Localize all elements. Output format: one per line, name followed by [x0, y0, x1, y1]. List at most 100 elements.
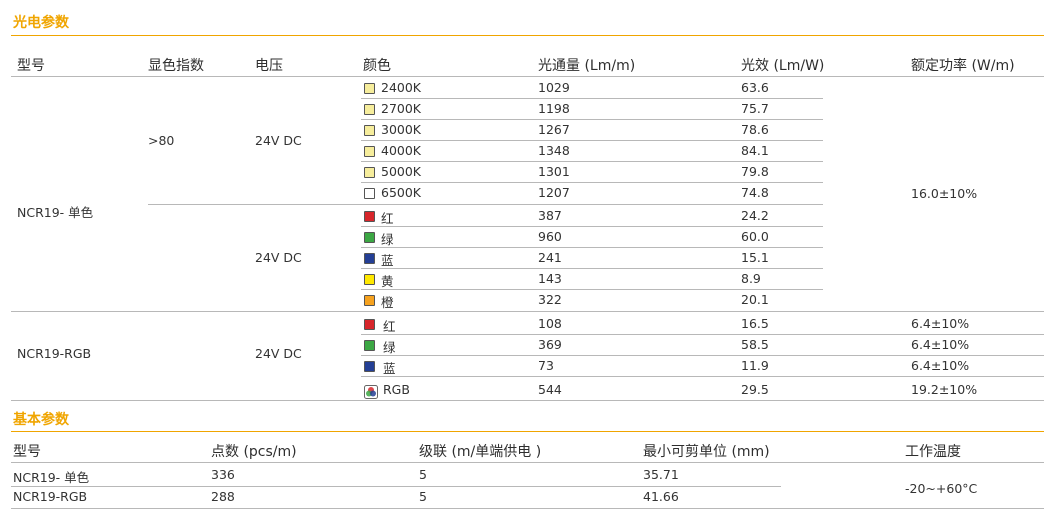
model-mono: NCR19- 单色 — [17, 205, 94, 220]
flux-value: 960 — [538, 229, 562, 244]
efficacy-value: 29.5 — [741, 382, 769, 397]
basic-row-model: NCR19-RGB — [13, 489, 88, 504]
efficacy-value: 20.1 — [741, 292, 769, 307]
color-swatch-icon — [364, 125, 375, 136]
efficacy-value: 15.1 — [741, 250, 769, 265]
flux-value: 241 — [538, 250, 562, 265]
header-voltage: 电压 — [255, 58, 283, 74]
header-power: 额定功率 (W/m) — [911, 58, 1015, 74]
color-swatch-icon — [364, 167, 375, 178]
color-swatch-icon — [364, 188, 375, 199]
efficacy-value: 24.2 — [741, 208, 769, 223]
color-swatch-icon — [364, 83, 375, 94]
color-swatch-icon — [364, 104, 375, 115]
color-swatch-icon — [364, 361, 375, 372]
efficacy-value: 78.6 — [741, 122, 769, 137]
basic-header-divider — [11, 462, 1044, 463]
flux-value: 322 — [538, 292, 562, 307]
color-name: 绿 — [381, 232, 394, 247]
basic-header-min-cut: 最小可剪单位 (mm) — [643, 444, 770, 460]
color-swatch-icon — [364, 146, 375, 157]
basic-row-cascade: 5 — [419, 489, 427, 504]
flux-value: 1348 — [538, 143, 570, 158]
basic-table-bottom — [11, 508, 1044, 509]
header-flux: 光通量 (Lm/m) — [538, 58, 636, 74]
basic-header-points: 点数 (pcs/m) — [211, 444, 297, 460]
color-swatch-icon — [364, 211, 375, 222]
row-divider — [361, 355, 1044, 356]
color-swatch-icon — [364, 253, 375, 264]
flux-value: 1301 — [538, 164, 570, 179]
efficacy-value: 79.8 — [741, 164, 769, 179]
color-name: 6500K — [381, 185, 422, 200]
efficacy-value: 60.0 — [741, 229, 769, 244]
voltage-color: 24V DC — [255, 250, 302, 265]
section-divider-optical — [11, 35, 1044, 36]
row-divider — [361, 289, 823, 290]
power-value: 6.4±10% — [911, 337, 970, 352]
optical-table-bottom — [11, 400, 1044, 401]
basic-row-min-cut: 41.66 — [643, 489, 679, 504]
header-cri: 显色指数 — [148, 58, 204, 74]
flux-value: 544 — [538, 382, 562, 397]
color-name: 绿 — [383, 340, 396, 355]
model-rgb: NCR19-RGB — [17, 346, 92, 361]
basic-header-temperature: 工作温度 — [905, 444, 961, 460]
flux-value: 369 — [538, 337, 562, 352]
row-divider — [361, 182, 823, 183]
flux-value: 108 — [538, 316, 562, 331]
color-name: 橙 — [381, 295, 394, 310]
color-name: 蓝 — [381, 253, 394, 268]
basic-row-model: NCR19- 单色 — [13, 470, 90, 485]
row-divider — [361, 334, 1044, 335]
header-color: 颜色 — [363, 58, 391, 74]
row-divider — [361, 226, 823, 227]
basic-temperature: -20~+60°C — [905, 481, 978, 496]
basic-row-points: 336 — [211, 467, 235, 482]
color-swatch-icon — [364, 319, 375, 330]
power-value: 19.2±10% — [911, 382, 978, 397]
color-swatch-icon — [364, 232, 375, 243]
basic-row-divider — [11, 486, 781, 487]
color-name: 2400K — [381, 80, 422, 95]
flux-value: 143 — [538, 271, 562, 286]
header-divider — [11, 76, 1044, 77]
color-name: 2700K — [381, 101, 422, 116]
row-divider — [361, 268, 823, 269]
efficacy-value: 16.5 — [741, 316, 769, 331]
color-swatch-icon — [364, 274, 375, 285]
flux-value: 387 — [538, 208, 562, 223]
basic-header-cascade: 级联 (m/单端供电 ) — [419, 444, 542, 460]
row-divider — [361, 161, 823, 162]
basic-row-cascade: 5 — [419, 467, 427, 482]
header-efficacy: 光效 (Lm/W) — [741, 58, 825, 74]
color-name: 红 — [383, 319, 396, 334]
color-name: RGB — [383, 382, 410, 397]
section-title-basic: 基本参数 — [13, 412, 69, 428]
efficacy-value: 11.9 — [741, 358, 769, 373]
voltage-rgb: 24V DC — [255, 346, 302, 361]
power-mono: 16.0±10% — [911, 186, 978, 201]
efficacy-value: 58.5 — [741, 337, 769, 352]
rgb-icon — [364, 384, 378, 399]
row-divider — [361, 140, 823, 141]
row-divider — [361, 98, 823, 99]
power-value: 6.4±10% — [911, 316, 970, 331]
efficacy-value: 8.9 — [741, 271, 761, 286]
efficacy-value: 74.8 — [741, 185, 769, 200]
flux-value: 1198 — [538, 101, 570, 116]
basic-row-points: 288 — [211, 489, 235, 504]
row-divider — [361, 376, 1044, 377]
flux-value: 1029 — [538, 80, 570, 95]
header-model: 型号 — [17, 58, 45, 74]
color-name: 4000K — [381, 143, 422, 158]
color-name: 3000K — [381, 122, 422, 137]
cri-value: >80 — [148, 133, 175, 148]
color-name: 蓝 — [383, 361, 396, 376]
efficacy-value: 63.6 — [741, 80, 769, 95]
row-divider — [361, 247, 823, 248]
color-name: 5000K — [381, 164, 422, 179]
cri-divider — [148, 204, 823, 205]
row-divider — [361, 119, 823, 120]
color-swatch-icon — [364, 295, 375, 306]
